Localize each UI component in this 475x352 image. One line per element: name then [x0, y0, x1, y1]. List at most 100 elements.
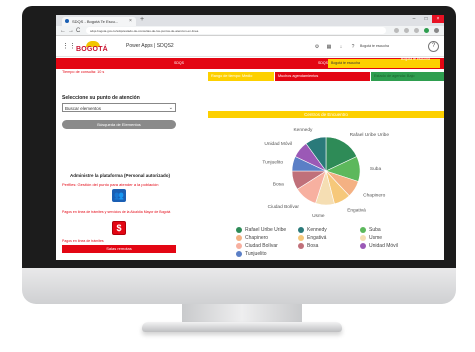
- slice-label: Chapinero: [363, 193, 385, 199]
- legend-swatch: [236, 243, 242, 249]
- help-icon[interactable]: ?: [350, 44, 356, 50]
- legend-label: Ciudad Bolívar: [245, 243, 278, 249]
- payments-link[interactable]: Pagos en línea de trámites: [62, 239, 104, 243]
- section-title: Seleccione su punto de atención: [62, 95, 140, 101]
- legend-item[interactable]: Unidad Móvil: [360, 243, 398, 249]
- menu-icon[interactable]: [434, 28, 439, 33]
- legend-swatch: [236, 251, 242, 257]
- legend-label: Suba: [369, 227, 381, 233]
- legend-swatch: [298, 227, 304, 233]
- stage: SDQS - Bogotá Te Escu... × + – □ × ← → C: [0, 0, 475, 352]
- legend-swatch: [236, 235, 242, 241]
- right-panel: Rango de tiempo: Medio Muchos agendamien…: [208, 69, 444, 260]
- profile-icon[interactable]: [424, 28, 429, 33]
- app-title: Power Apps | SDQS2: [126, 43, 174, 49]
- payments-text: Pagos en línea de trámites y servicios d…: [62, 210, 171, 214]
- browser-tab[interactable]: SDQS - Bogotá Te Escu... ×: [62, 17, 136, 26]
- legend-swatch: [360, 235, 366, 241]
- legend-swatch: [298, 243, 304, 249]
- user-label: Bogotá te escucha: [360, 44, 389, 48]
- legend-item[interactable]: Usme: [360, 235, 382, 241]
- tab-close-icon[interactable]: ×: [129, 18, 132, 24]
- slice-label: Kennedy: [293, 127, 313, 133]
- legend-label: Engativá: [307, 235, 327, 241]
- legend-swatch: [236, 227, 242, 233]
- banner-link[interactable]: Bogotá te escucha: [401, 57, 430, 61]
- monitor-bezel: SDQS - Bogotá Te Escu... × + – □ × ← → C: [22, 6, 456, 268]
- settings-icon[interactable]: ⚙: [314, 44, 320, 50]
- legend-item[interactable]: Tunjuelito: [236, 251, 267, 257]
- slice-label: Rafael Uribe Uribe: [350, 132, 390, 138]
- legend-item[interactable]: Ciudad Bolívar: [236, 243, 278, 249]
- app-launcher-icon[interactable]: ⋮⋮: [62, 43, 76, 50]
- logo-text: BOGOTÁ: [76, 46, 108, 53]
- screen: SDQS - Bogotá Te Escu... × + – □ × ← → C: [56, 15, 444, 260]
- slice-label: Unidad Móvil: [264, 141, 292, 147]
- tab-title: SDQS - Bogotá Te Escu...: [72, 19, 119, 24]
- slice-label: Usme: [312, 213, 325, 219]
- forward-button[interactable]: →: [68, 27, 74, 35]
- bogota-logo: BOGOTÁ: [76, 41, 112, 55]
- slice-label: Engativá: [347, 208, 366, 214]
- extension-icon[interactable]: [414, 28, 419, 33]
- legend-item[interactable]: Bosa: [298, 243, 318, 249]
- legend-swatch: [360, 243, 366, 249]
- chart-legend: Rafael Uribe Uribe Kennedy Suba Chapinero En…: [236, 227, 436, 259]
- slice-label: Suba: [370, 166, 382, 172]
- status-row: Rango de tiempo: Medio Muchos agendamien…: [208, 72, 444, 81]
- status-low: Estado de agenda: Bajo: [371, 72, 444, 81]
- extension-icon[interactable]: [404, 28, 409, 33]
- star-icon[interactable]: [394, 28, 399, 33]
- legend-label: Rafael Uribe Uribe: [245, 227, 287, 233]
- legend-swatch: [360, 227, 366, 233]
- dollar-icon[interactable]: $: [112, 221, 126, 235]
- monitor: SDQS - Bogotá Te Escu... × + – □ × ← → C: [22, 6, 456, 332]
- left-panel: Tiempo de consulta: 10 s Seleccione su p…: [56, 69, 206, 260]
- close-window-button[interactable]: ×: [432, 15, 444, 23]
- app-header: ⋮⋮ BOGOTÁ Power Apps | SDQS2 ⚙ ▦ ↓ ? Bog…: [56, 37, 444, 57]
- status-high: Muchos agendamientos: [275, 72, 370, 81]
- download-icon[interactable]: ↓: [338, 44, 344, 50]
- status-medium: Rango de tiempo: Medio: [208, 72, 274, 81]
- banner-tag: SDQS: [318, 61, 328, 65]
- minimize-button[interactable]: –: [408, 15, 420, 23]
- window-controls: – □ ×: [408, 15, 444, 23]
- legend-swatch: [298, 235, 304, 241]
- avatar[interactable]: ?: [428, 41, 439, 52]
- legend-label: Unidad Móvil: [369, 243, 398, 249]
- legend-label: Bosa: [307, 243, 319, 249]
- monitor-chin: [22, 268, 456, 304]
- maximize-button[interactable]: □: [420, 15, 432, 23]
- slice-label: Tunjuelito: [262, 159, 283, 165]
- query-time-note: Tiempo de consulta: 10 s: [62, 70, 105, 74]
- search-elements-button[interactable]: Búsqueda de Elementos: [62, 120, 176, 129]
- new-tab-button[interactable]: +: [140, 16, 144, 23]
- grid-icon[interactable]: ▦: [326, 44, 332, 50]
- slice-label: Bosa: [273, 181, 284, 187]
- monitor-neck: [182, 304, 302, 324]
- legend-label: Chapinero: [245, 235, 269, 241]
- users-icon[interactable]: 👥: [112, 189, 126, 202]
- legend-label: Tunjuelito: [245, 251, 267, 257]
- select-value: Buscar elementos: [65, 106, 102, 111]
- monitor-base: [142, 322, 342, 332]
- legend-item[interactable]: Suba: [360, 227, 381, 233]
- legend-item[interactable]: Chapinero: [236, 235, 268, 241]
- pie-chart: Rafael Uribe Uribe Suba Chapinero Engativá U…: [262, 127, 390, 219]
- admin-title: Administre la plataforma (Personal autor…: [70, 173, 171, 178]
- admin-link[interactable]: Perfiles: Gestión del punto para atender…: [62, 182, 159, 187]
- reload-button[interactable]: C: [76, 27, 80, 35]
- attention-point-select[interactable]: Buscar elementos ⌄: [62, 103, 176, 112]
- legend-label: Kennedy: [307, 227, 327, 233]
- favicon-icon: [65, 19, 69, 23]
- legend-item[interactable]: Kennedy: [298, 227, 327, 233]
- address-bar[interactable]: sdqs.bogota.gov.co/sdqs/estado-de-consul…: [86, 27, 386, 34]
- remote-rooms-button[interactable]: Salas remotas: [62, 245, 176, 253]
- legend-item[interactable]: Engativá: [298, 235, 326, 241]
- browser-tabstrip: SDQS - Bogotá Te Escu... × + – □ ×: [56, 15, 444, 26]
- slice-label: Ciudad Bolívar: [268, 204, 300, 210]
- legend-item[interactable]: Rafael Uribe Uribe: [236, 227, 286, 233]
- back-button[interactable]: ←: [60, 27, 66, 35]
- browser-toolbar: ← → C sdqs.bogota.gov.co/sdqs/estado-de-…: [56, 26, 444, 36]
- legend-label: Usme: [369, 235, 383, 241]
